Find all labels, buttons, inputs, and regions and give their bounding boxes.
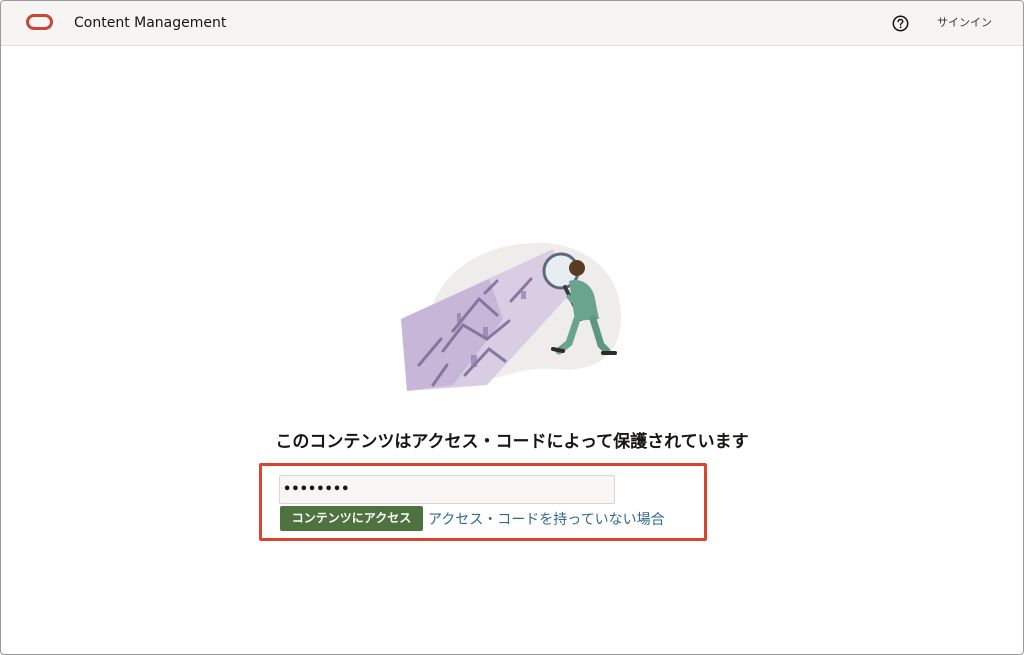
page-heading: このコンテンツはアクセス・コードによって保護されています — [275, 432, 749, 452]
help-circle-icon[interactable] — [892, 15, 909, 32]
person-with-magnifying-glass-illustration — [401, 242, 622, 391]
access-content-button[interactable]: コンテンツにアクセス — [280, 506, 423, 531]
no-access-code-link[interactable]: アクセス・コードを持っていない場合 — [428, 511, 665, 529]
signin-link[interactable]: サインイン — [937, 16, 992, 30]
app-header: Content Management サインイン — [1, 1, 1023, 46]
access-code-input[interactable] — [279, 475, 615, 504]
browser-window: Content Management サインイン このコンテンツはアクセス・コー… — [0, 0, 1024, 655]
oracle-logo-icon — [26, 14, 53, 30]
app-title: Content Management — [74, 15, 227, 31]
